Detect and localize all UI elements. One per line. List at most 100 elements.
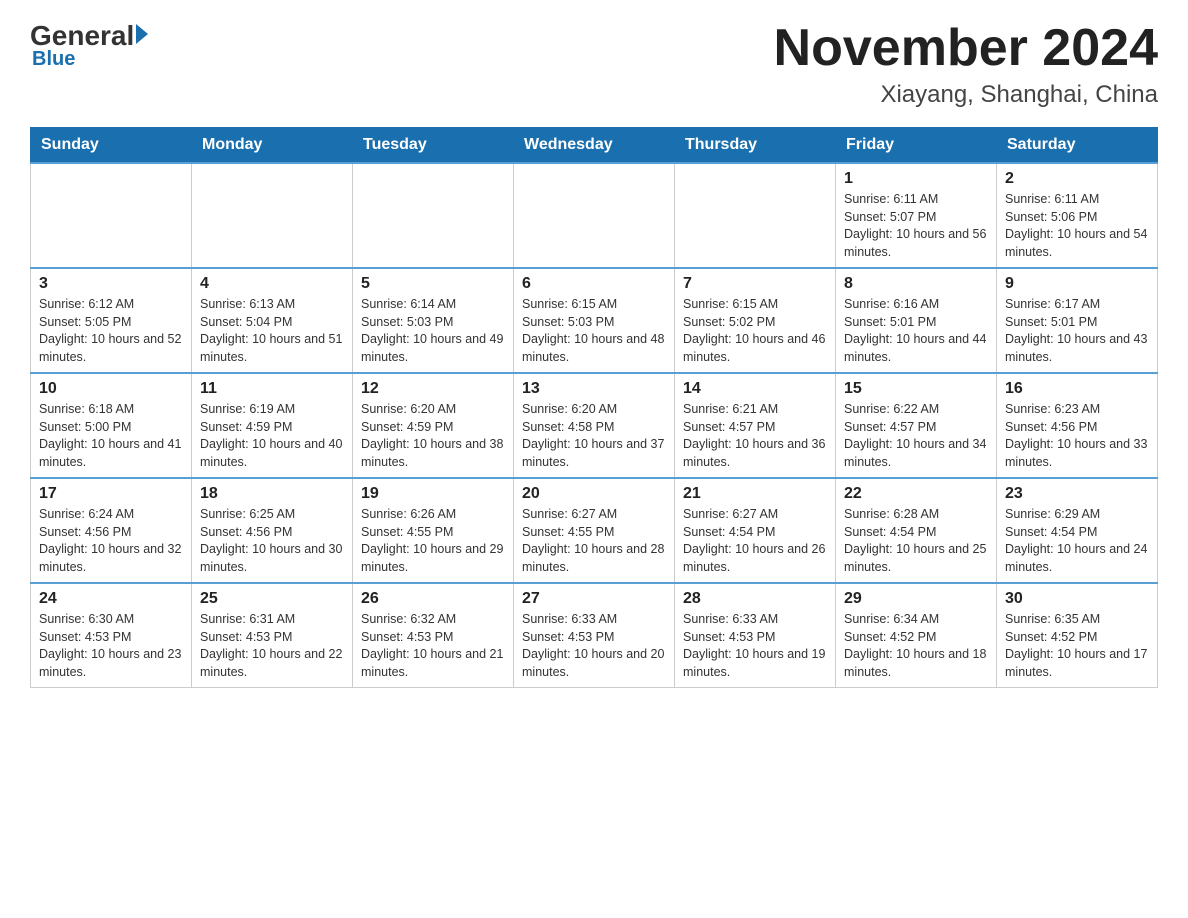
day-cell: 3 Sunrise: 6:12 AMSunset: 5:05 PMDaylight… — [31, 268, 192, 373]
day-number: 25 — [200, 590, 344, 608]
day-cell: 28 Sunrise: 6:33 AMSunset: 4:53 PMDayligh… — [675, 583, 836, 688]
day-number: 16 — [1005, 380, 1149, 398]
day-cell: 26 Sunrise: 6:32 AMSunset: 4:53 PMDayligh… — [353, 583, 514, 688]
day-number: 29 — [844, 590, 988, 608]
day-number: 27 — [522, 590, 666, 608]
day-info: Sunrise: 6:35 AMSunset: 4:52 PMDaylight:… — [1005, 611, 1149, 681]
week-row-4: 17Sunrise: 6:24 AMSunset: 4:56 PMDayligh… — [31, 478, 1158, 583]
day-cell: 27Sunrise: 6:33 AMSunset: 4:53 PMDayligh… — [514, 583, 675, 688]
day-info: Sunrise: 6:14 AMSunset: 5:03 PMDaylight:… — [361, 296, 505, 366]
day-cell: 16Sunrise: 6:23 AMSunset: 4:56 PMDayligh… — [997, 373, 1158, 478]
day-number: 14 — [683, 380, 827, 398]
day-number: 15 — [844, 380, 988, 398]
day-cell: 20 Sunrise: 6:27 AMSunset: 4:55 PMDayligh… — [514, 478, 675, 583]
day-info: Sunrise: 6:15 AMSunset: 5:02 PMDaylight:… — [683, 296, 827, 366]
day-number: 3 — [39, 275, 183, 293]
day-number: 28 — [683, 590, 827, 608]
header: General Blue November 2024 Xiayang, Shan… — [30, 20, 1158, 109]
day-number: 24 — [39, 590, 183, 608]
week-row-2: 3 Sunrise: 6:12 AMSunset: 5:05 PMDaylight… — [31, 268, 1158, 373]
day-number: 26 — [361, 590, 505, 608]
header-cell-monday: Monday — [192, 128, 353, 164]
logo: General Blue — [30, 20, 148, 71]
day-cell: 23 Sunrise: 6:29 AMSunset: 4:54 PMDayligh… — [997, 478, 1158, 583]
day-info: Sunrise: 6:28 AMSunset: 4:54 PMDaylight:… — [844, 506, 988, 576]
day-info: Sunrise: 6:27 AMSunset: 4:55 PMDaylight:… — [522, 506, 666, 576]
day-info: Sunrise: 6:33 AMSunset: 4:53 PMDaylight:… — [683, 611, 827, 681]
day-number: 21 — [683, 485, 827, 503]
day-info: Sunrise: 6:16 AMSunset: 5:01 PMDaylight:… — [844, 296, 988, 366]
day-number: 1 — [844, 170, 988, 188]
header-cell-tuesday: Tuesday — [353, 128, 514, 164]
day-number: 8 — [844, 275, 988, 293]
header-cell-saturday: Saturday — [997, 128, 1158, 164]
day-cell — [353, 163, 514, 268]
day-cell: 2 Sunrise: 6:11 AMSunset: 5:06 PMDaylight… — [997, 163, 1158, 268]
day-cell: 19 Sunrise: 6:26 AMSunset: 4:55 PMDayligh… — [353, 478, 514, 583]
day-number: 9 — [1005, 275, 1149, 293]
day-number: 10 — [39, 380, 183, 398]
day-number: 12 — [361, 380, 505, 398]
day-info: Sunrise: 6:12 AMSunset: 5:05 PMDaylight:… — [39, 296, 183, 366]
day-cell: 7 Sunrise: 6:15 AMSunset: 5:02 PMDaylight… — [675, 268, 836, 373]
day-info: Sunrise: 6:26 AMSunset: 4:55 PMDaylight:… — [361, 506, 505, 576]
header-cell-thursday: Thursday — [675, 128, 836, 164]
day-cell: 29 Sunrise: 6:34 AMSunset: 4:52 PMDayligh… — [836, 583, 997, 688]
day-info: Sunrise: 6:32 AMSunset: 4:53 PMDaylight:… — [361, 611, 505, 681]
calendar-table: SundayMondayTuesdayWednesdayThursdayFrid… — [30, 127, 1158, 688]
day-cell — [675, 163, 836, 268]
day-info: Sunrise: 6:24 AMSunset: 4:56 PMDaylight:… — [39, 506, 183, 576]
day-info: Sunrise: 6:29 AMSunset: 4:54 PMDaylight:… — [1005, 506, 1149, 576]
day-number: 11 — [200, 380, 344, 398]
day-info: Sunrise: 6:22 AMSunset: 4:57 PMDaylight:… — [844, 401, 988, 471]
day-info: Sunrise: 6:11 AMSunset: 5:06 PMDaylight:… — [1005, 191, 1149, 261]
day-number: 7 — [683, 275, 827, 293]
day-cell: 14 Sunrise: 6:21 AMSunset: 4:57 PMDayligh… — [675, 373, 836, 478]
day-info: Sunrise: 6:11 AMSunset: 5:07 PMDaylight:… — [844, 191, 988, 261]
week-row-5: 24 Sunrise: 6:30 AMSunset: 4:53 PMDayligh… — [31, 583, 1158, 688]
day-info: Sunrise: 6:21 AMSunset: 4:57 PMDaylight:… — [683, 401, 827, 471]
day-number: 5 — [361, 275, 505, 293]
logo-arrow-icon — [136, 24, 148, 44]
day-cell — [31, 163, 192, 268]
day-number: 23 — [1005, 485, 1149, 503]
day-cell: 10 Sunrise: 6:18 AMSunset: 5:00 PMDayligh… — [31, 373, 192, 478]
day-cell: 22 Sunrise: 6:28 AMSunset: 4:54 PMDayligh… — [836, 478, 997, 583]
day-cell: 9 Sunrise: 6:17 AMSunset: 5:01 PMDaylight… — [997, 268, 1158, 373]
day-info: Sunrise: 6:20 AMSunset: 4:59 PMDaylight:… — [361, 401, 505, 471]
day-number: 4 — [200, 275, 344, 293]
day-cell: 30Sunrise: 6:35 AMSunset: 4:52 PMDayligh… — [997, 583, 1158, 688]
day-number: 18 — [200, 485, 344, 503]
day-info: Sunrise: 6:19 AMSunset: 4:59 PMDaylight:… — [200, 401, 344, 471]
day-cell: 13Sunrise: 6:20 AMSunset: 4:58 PMDayligh… — [514, 373, 675, 478]
title-area: November 2024 Xiayang, Shanghai, China — [774, 20, 1158, 109]
day-cell: 8 Sunrise: 6:16 AMSunset: 5:01 PMDaylight… — [836, 268, 997, 373]
header-cell-wednesday: Wednesday — [514, 128, 675, 164]
day-cell: 6 Sunrise: 6:15 AMSunset: 5:03 PMDaylight… — [514, 268, 675, 373]
day-number: 2 — [1005, 170, 1149, 188]
day-number: 19 — [361, 485, 505, 503]
day-number: 22 — [844, 485, 988, 503]
day-info: Sunrise: 6:15 AMSunset: 5:03 PMDaylight:… — [522, 296, 666, 366]
day-cell: 12 Sunrise: 6:20 AMSunset: 4:59 PMDayligh… — [353, 373, 514, 478]
logo-blue: Blue — [30, 48, 75, 71]
location-title: Xiayang, Shanghai, China — [774, 81, 1158, 109]
day-info: Sunrise: 6:20 AMSunset: 4:58 PMDaylight:… — [522, 401, 666, 471]
week-row-1: 1 Sunrise: 6:11 AMSunset: 5:07 PMDaylight… — [31, 163, 1158, 268]
header-row: SundayMondayTuesdayWednesdayThursdayFrid… — [31, 128, 1158, 164]
day-info: Sunrise: 6:27 AMSunset: 4:54 PMDaylight:… — [683, 506, 827, 576]
day-cell: 24 Sunrise: 6:30 AMSunset: 4:53 PMDayligh… — [31, 583, 192, 688]
day-info: Sunrise: 6:34 AMSunset: 4:52 PMDaylight:… — [844, 611, 988, 681]
day-info: Sunrise: 6:18 AMSunset: 5:00 PMDaylight:… — [39, 401, 183, 471]
day-cell: 5 Sunrise: 6:14 AMSunset: 5:03 PMDaylight… — [353, 268, 514, 373]
day-info: Sunrise: 6:17 AMSunset: 5:01 PMDaylight:… — [1005, 296, 1149, 366]
header-cell-friday: Friday — [836, 128, 997, 164]
month-title: November 2024 — [774, 20, 1158, 77]
day-cell: 1 Sunrise: 6:11 AMSunset: 5:07 PMDaylight… — [836, 163, 997, 268]
day-info: Sunrise: 6:30 AMSunset: 4:53 PMDaylight:… — [39, 611, 183, 681]
day-cell: 11 Sunrise: 6:19 AMSunset: 4:59 PMDayligh… — [192, 373, 353, 478]
day-info: Sunrise: 6:13 AMSunset: 5:04 PMDaylight:… — [200, 296, 344, 366]
day-number: 6 — [522, 275, 666, 293]
day-number: 20 — [522, 485, 666, 503]
day-info: Sunrise: 6:31 AMSunset: 4:53 PMDaylight:… — [200, 611, 344, 681]
